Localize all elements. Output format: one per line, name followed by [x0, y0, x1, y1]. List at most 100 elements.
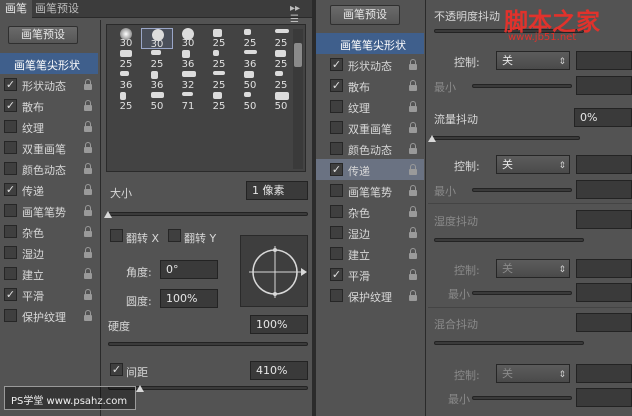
brush-tip[interactable]: 25 [265, 70, 297, 91]
sidebar-item[interactable]: ✓ 传递 [0, 179, 98, 200]
sidebar-item-checkbox[interactable] [330, 247, 343, 260]
sidebar-item[interactable]: 保护纹理 [316, 285, 424, 306]
brush-presets-button[interactable]: 画笔预设 [8, 26, 78, 44]
brush-tip[interactable]: 25 [265, 49, 297, 70]
sidebar-item[interactable]: 双重画笔 [316, 117, 424, 138]
lock-icon[interactable] [83, 226, 93, 237]
sidebar-item[interactable]: 湿边 [0, 242, 98, 263]
lock-icon[interactable] [408, 269, 418, 280]
hardness-slider[interactable] [108, 342, 308, 346]
sidebar-item-checkbox[interactable] [4, 141, 17, 154]
tab-brush-presets[interactable]: 画笔预设 [30, 0, 84, 18]
sidebar-item[interactable]: ✓ 形状动态 [0, 74, 98, 95]
min-slider-2[interactable] [472, 188, 572, 192]
sidebar-item[interactable]: 保护纹理 [0, 305, 98, 326]
lock-icon[interactable] [83, 142, 93, 153]
lock-icon[interactable] [408, 101, 418, 112]
size-slider-thumb[interactable] [104, 211, 112, 218]
brush-tip[interactable]: 25 [265, 28, 297, 49]
sidebar-item-checkbox[interactable]: ✓ [330, 79, 343, 92]
lock-icon[interactable] [408, 206, 418, 217]
sidebar-item-checkbox[interactable] [330, 289, 343, 302]
lock-icon[interactable] [83, 268, 93, 279]
sidebar-item[interactable]: ✓ 传递 [316, 159, 424, 180]
sidebar-item-checkbox[interactable]: ✓ [4, 183, 17, 196]
angle-field[interactable]: 0° [160, 260, 218, 279]
lock-icon[interactable] [408, 248, 418, 259]
brush-tip[interactable]: 30 [141, 28, 173, 50]
lock-icon[interactable] [408, 59, 418, 70]
sidebar-item[interactable]: 杂色 [316, 201, 424, 222]
sidebar-item[interactable]: ✓ 形状动态 [316, 54, 424, 75]
brush-tip[interactable]: 50 [141, 91, 173, 112]
brush-tip[interactable]: 50 [234, 91, 266, 112]
lock-icon[interactable] [83, 79, 93, 90]
brush-tip[interactable]: 25 [203, 91, 235, 112]
brush-tip[interactable]: 25 [110, 91, 142, 112]
sidebar-item-checkbox[interactable]: ✓ [330, 268, 343, 281]
lock-icon[interactable] [83, 247, 93, 258]
sidebar-item-checkbox[interactable] [4, 309, 17, 322]
sidebar-item-checkbox[interactable] [4, 225, 17, 238]
brush-tip[interactable]: 25 [203, 28, 235, 49]
flip-y-checkbox[interactable] [168, 229, 181, 242]
sidebar-item[interactable]: 纹理 [0, 116, 98, 137]
size-field[interactable]: 1 像素 [246, 181, 308, 200]
sidebar-item-checkbox[interactable] [4, 120, 17, 133]
sidebar-item-checkbox[interactable]: ✓ [4, 78, 17, 91]
sidebar-item-checkbox[interactable] [4, 204, 17, 217]
sidebar-item-checkbox[interactable]: ✓ [330, 163, 343, 176]
lock-icon[interactable] [83, 184, 93, 195]
size-slider[interactable] [108, 212, 308, 216]
sidebar-item[interactable]: 双重画笔 [0, 137, 98, 158]
sidebar-item-checkbox[interactable] [330, 205, 343, 218]
brush-tip[interactable]: 30 [110, 28, 142, 49]
sidebar-item-checkbox[interactable] [4, 246, 17, 259]
sidebar-item[interactable]: 杂色 [0, 221, 98, 242]
spacing-field[interactable]: 410% [250, 361, 308, 380]
lock-icon[interactable] [408, 122, 418, 133]
control-select-1[interactable]: 关 ⇕ [496, 51, 570, 70]
min-slider-1[interactable] [472, 84, 572, 88]
sidebar-item[interactable]: 纹理 [316, 96, 424, 117]
brush-tip[interactable]: 30 [172, 28, 204, 49]
lock-icon[interactable] [83, 163, 93, 174]
flow-jitter-slider[interactable] [430, 136, 580, 140]
lock-icon[interactable] [83, 121, 93, 132]
spacing-checkbox[interactable]: ✓ [110, 363, 123, 376]
lock-icon[interactable] [408, 290, 418, 301]
sidebar-item[interactable]: 建立 [316, 243, 424, 264]
sidebar-item-checkbox[interactable] [330, 142, 343, 155]
brush-tip[interactable]: 50 [265, 91, 297, 112]
brush-presets-button-right[interactable]: 画笔预设 [330, 5, 400, 25]
panel-menu-icon[interactable]: ▸▸ ☰ [290, 3, 312, 25]
brush-tip[interactable]: 36 [172, 49, 204, 70]
brush-tip[interactable]: 25 [203, 49, 235, 70]
tab-brush[interactable]: 画笔 [0, 0, 32, 18]
flip-x-checkbox[interactable] [110, 229, 123, 242]
brush-tip[interactable]: 36 [110, 70, 142, 91]
lock-icon[interactable] [83, 100, 93, 111]
lock-icon[interactable] [408, 185, 418, 196]
sidebar-item[interactable]: 画笔笔势 [316, 180, 424, 201]
lock-icon[interactable] [83, 289, 93, 300]
brush-tip[interactable]: 25 [110, 49, 142, 70]
brush-tip[interactable]: 36 [141, 70, 173, 91]
sidebar-item[interactable]: 画笔笔势 [0, 200, 98, 221]
sidebar-item[interactable]: ✓ 平滑 [0, 284, 98, 305]
brush-tip[interactable]: 50 [234, 70, 266, 91]
sidebar-item[interactable]: 颜色动态 [316, 138, 424, 159]
sidebar-item[interactable]: 画笔笔尖形状 [0, 53, 98, 74]
lock-icon[interactable] [83, 310, 93, 321]
lock-icon[interactable] [83, 205, 93, 216]
brush-tip[interactable]: 36 [234, 49, 266, 70]
sidebar-item[interactable]: ✓ 平滑 [316, 264, 424, 285]
brush-tip[interactable]: 25 [234, 28, 266, 49]
sidebar-item[interactable]: 建立 [0, 263, 98, 284]
sidebar-item-checkbox[interactable]: ✓ [330, 58, 343, 71]
brush-tip[interactable]: 25 [203, 70, 235, 91]
sidebar-item-checkbox[interactable] [330, 226, 343, 239]
lock-icon[interactable] [408, 227, 418, 238]
brush-angle-preview[interactable] [240, 235, 308, 307]
sidebar-item-checkbox[interactable] [4, 162, 17, 175]
